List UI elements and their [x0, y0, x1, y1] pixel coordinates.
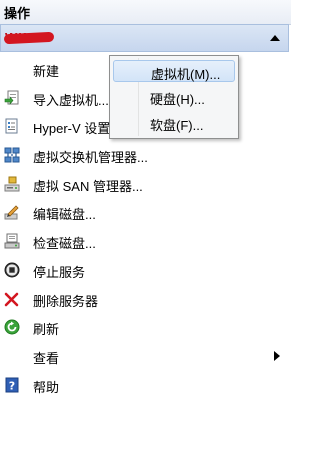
action-label: 虚拟交换机管理器...: [33, 150, 148, 166]
submenu-item-label: 软盘(F)...: [150, 118, 204, 133]
actions-pane-title: 操作: [0, 0, 291, 25]
action-delete-server[interactable]: 删除服务器: [0, 285, 291, 314]
action-virtual-switch-manager[interactable]: 虚拟交换机管理器...: [0, 141, 291, 170]
action-virtual-san-manager[interactable]: 虚拟 SAN 管理器...: [0, 170, 291, 199]
submenu-item-floppy-disk[interactable]: 软盘(F)...: [113, 112, 235, 134]
action-label: 编辑磁盘...: [33, 207, 96, 223]
action-inspect-disk[interactable]: 检查磁盘...: [0, 227, 291, 256]
inspect-disk-icon: [4, 233, 20, 249]
collapse-arrow-icon[interactable]: [270, 35, 280, 41]
submenu-item-label: 虚拟机(M)...: [151, 67, 221, 82]
actions-pane-title-text: 操作: [4, 6, 31, 21]
action-view[interactable]: 查看: [0, 342, 291, 371]
server-section-header[interactable]: WIN8: [0, 24, 289, 52]
san-icon: [4, 176, 20, 192]
edit-disk-icon: [4, 205, 19, 220]
action-label: 刷新: [33, 322, 60, 338]
refresh-icon: [4, 319, 20, 335]
submenu-arrow-icon: [274, 350, 280, 361]
delete-icon: [4, 292, 19, 306]
stop-icon: [4, 262, 20, 278]
action-label: 停止服务: [33, 264, 86, 280]
action-refresh[interactable]: 刷新: [0, 313, 291, 342]
submenu-item-label: 硬盘(H)...: [150, 92, 205, 107]
action-label: 查看: [33, 350, 60, 366]
network-switch-icon: [4, 147, 20, 163]
settings-doc-icon: [5, 118, 18, 134]
action-stop-service[interactable]: 停止服务: [0, 256, 291, 285]
action-label: 帮助: [33, 379, 60, 395]
action-edit-disk[interactable]: 编辑磁盘...: [0, 198, 291, 227]
action-label: 删除服务器: [33, 293, 99, 309]
submenu-item-virtual-machine[interactable]: 虚拟机(M)...: [113, 60, 235, 82]
action-label: 新建: [33, 64, 60, 79]
action-help[interactable]: ? 帮助: [0, 371, 291, 400]
submenu-item-hard-disk[interactable]: 硬盘(H)...: [113, 86, 235, 108]
import-vm-icon: [4, 90, 19, 105]
action-label: 虚拟 SAN 管理器...: [33, 178, 143, 194]
help-icon: ?: [5, 377, 19, 393]
action-label: 导入虚拟机...: [33, 92, 109, 108]
action-label: Hyper-V 设置...: [33, 121, 122, 137]
new-submenu-popup: 虚拟机(M)... 硬盘(H)... 软盘(F)...: [109, 55, 239, 139]
action-label: 检查磁盘...: [33, 236, 96, 252]
svg-text:?: ?: [9, 379, 15, 392]
redaction-mark: [3, 31, 55, 45]
